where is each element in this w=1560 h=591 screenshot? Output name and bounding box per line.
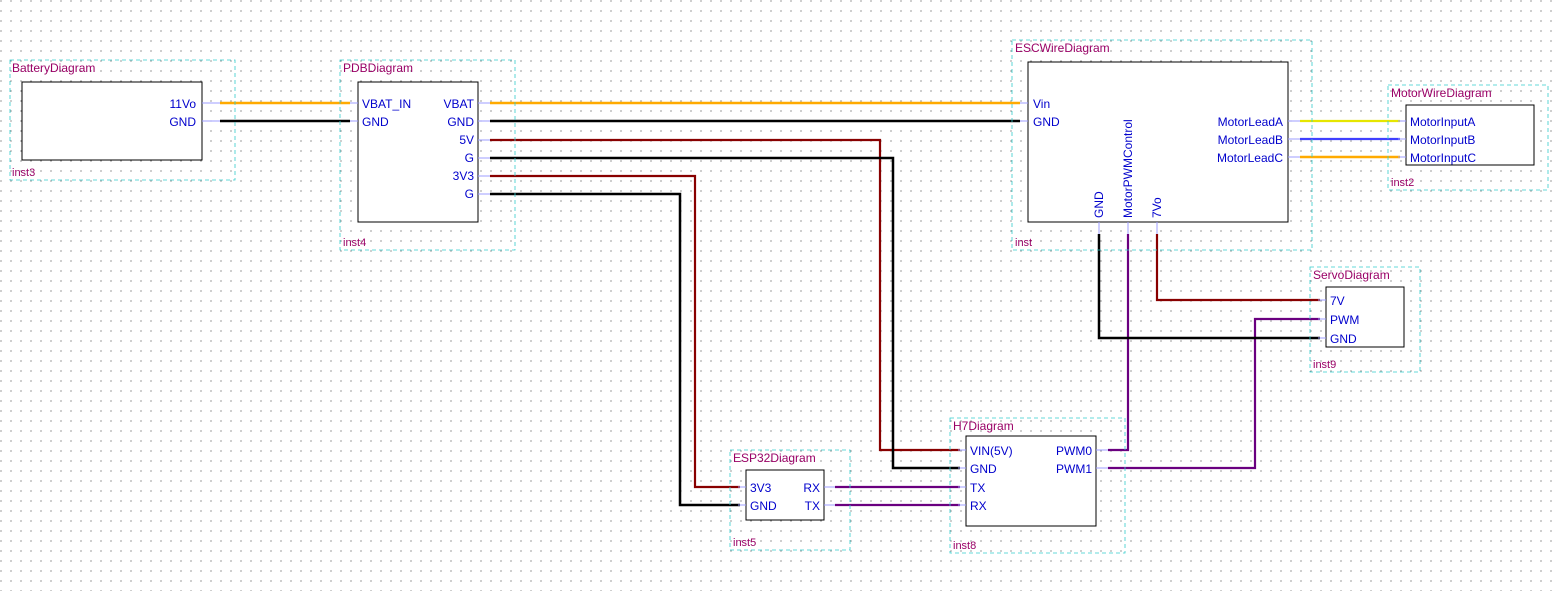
module-esc[interactable]: ESCWireDiagram Vin GND MotorLeadA MotorL… xyxy=(1012,40,1312,250)
servo-pin-gnd: GND xyxy=(1330,332,1357,346)
esc-pin-vin: Vin xyxy=(1033,97,1050,111)
motor-title: MotorWireDiagram xyxy=(1391,86,1492,100)
esp32-inst: inst5 xyxy=(733,537,756,549)
h7-pin-tx: TX xyxy=(970,481,985,495)
pdb-pin-g2: G xyxy=(465,187,474,201)
motor-inst: inst2 xyxy=(1391,177,1414,189)
servo-pin-7v: 7V xyxy=(1330,294,1345,308)
servo-pin-pwm: PWM xyxy=(1330,313,1359,327)
h7-pin-gnd: GND xyxy=(970,462,997,476)
esp32-pin-tx: TX xyxy=(805,499,820,513)
pdb-pin-vbat: VBAT xyxy=(444,97,475,111)
h7-pin-pwm0: PWM0 xyxy=(1056,444,1092,458)
h7-pin-rx: RX xyxy=(970,499,987,513)
esc-pin-lc: MotorLeadC xyxy=(1217,151,1283,165)
battery-inst: inst3 xyxy=(12,167,35,179)
pdb-pin-3v3: 3V3 xyxy=(453,169,475,183)
pdb-pin-5v: 5V xyxy=(459,133,474,147)
h7-pin-pwm1: PWM1 xyxy=(1056,462,1092,476)
h7-title: H7Diagram xyxy=(953,419,1014,433)
pdb-pin-gnd-right: GND xyxy=(447,115,474,129)
esc-inst: inst xyxy=(1015,237,1032,249)
esc-title: ESCWireDiagram xyxy=(1015,41,1110,55)
pdb-inst: inst4 xyxy=(343,237,366,249)
esp32-pin-rx: RX xyxy=(803,481,820,495)
pdb-pin-g1: G xyxy=(465,151,474,165)
pdb-pin-vbatin: VBAT_IN xyxy=(362,97,411,111)
esc-pin-gnd-bottom: GND xyxy=(1092,191,1106,218)
h7-inst: inst8 xyxy=(953,540,976,552)
esc-pin-la: MotorLeadA xyxy=(1218,115,1283,129)
esp32-title: ESP32Diagram xyxy=(733,451,816,465)
servo-title: ServoDiagram xyxy=(1313,268,1390,282)
battery-title: BatteryDiagram xyxy=(12,61,95,75)
motor-pin-a: MotorInputA xyxy=(1410,115,1475,129)
esc-pin-gnd-left: GND xyxy=(1033,115,1060,129)
pdb-pin-gnd-left: GND xyxy=(362,115,389,129)
pdb-title: PDBDiagram xyxy=(343,61,413,75)
battery-pin-11vo: 11Vo xyxy=(170,97,197,111)
motor-pin-b: MotorInputB xyxy=(1410,133,1475,147)
servo-inst: inst9 xyxy=(1313,359,1336,371)
esc-pin-lb: MotorLeadB xyxy=(1218,133,1283,147)
battery-pin-gnd: GND xyxy=(169,115,196,129)
esp32-pin-3v3: 3V3 xyxy=(750,481,772,495)
motor-pin-c: MotorInputC xyxy=(1410,151,1476,165)
esp32-pin-gnd: GND xyxy=(750,499,777,513)
h7-pin-vin: VIN(5V) xyxy=(970,444,1013,458)
esc-pin-pwm: MotorPWMControl xyxy=(1121,119,1135,218)
esc-pin-7vo: 7Vo xyxy=(1150,197,1164,218)
